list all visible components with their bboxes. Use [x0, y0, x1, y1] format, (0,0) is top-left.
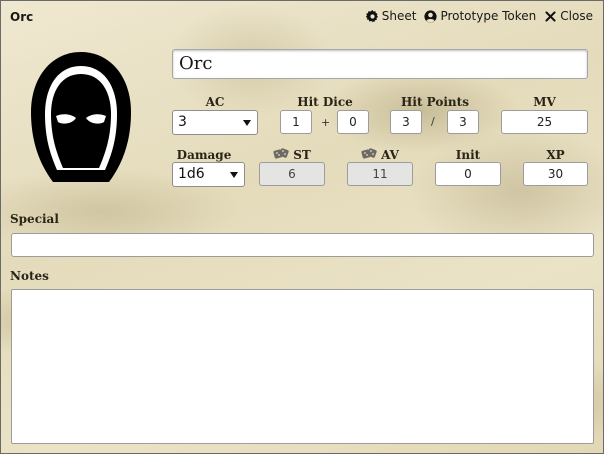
- window-header[interactable]: Orc Sheet Prototype Token Close: [1, 1, 603, 33]
- special-input[interactable]: [11, 233, 594, 257]
- header-actions: Sheet Prototype Token Close: [365, 9, 593, 23]
- hit-dice-count-input[interactable]: 1: [280, 110, 312, 134]
- mv-label: MV: [533, 95, 556, 109]
- actor-sheet-window: Orc Sheet Prototype Token Close Orc AC H…: [0, 0, 604, 454]
- init-input[interactable]: 0: [435, 162, 501, 186]
- dice-icon: [273, 148, 289, 159]
- prototype-token-button[interactable]: Prototype Token: [424, 9, 536, 23]
- damage-value: 1d6: [178, 166, 205, 182]
- close-icon: [545, 10, 556, 22]
- chevron-down-icon: [243, 120, 251, 126]
- sheet-label: Sheet: [381, 9, 417, 23]
- gear-icon: [365, 9, 378, 22]
- st-label[interactable]: ST: [259, 147, 325, 162]
- notes-label: Notes: [10, 269, 49, 283]
- hit-points-current-input[interactable]: 3: [390, 110, 422, 134]
- st-label-text: ST: [293, 148, 311, 162]
- close-button[interactable]: Close: [544, 9, 593, 23]
- chevron-down-icon: [230, 172, 238, 178]
- damage-label: Damage: [176, 148, 232, 162]
- dice-icon: [361, 148, 377, 159]
- av-label-text: AV: [381, 148, 399, 162]
- close-label: Close: [560, 9, 593, 23]
- notes-textarea[interactable]: [11, 289, 594, 444]
- hooded-figure-icon[interactable]: [23, 48, 139, 188]
- hit-points-label: Hit Points: [401, 95, 469, 109]
- actor-name-input[interactable]: Orc: [172, 49, 588, 79]
- hit-points-max-input[interactable]: 3: [447, 110, 479, 134]
- user-circle-icon: [424, 9, 438, 23]
- sheet-button[interactable]: Sheet: [365, 9, 417, 23]
- special-label: Special: [10, 212, 59, 226]
- xp-label: XP: [546, 148, 565, 162]
- hit-points-slash: /: [431, 115, 435, 128]
- init-label: Init: [455, 148, 481, 162]
- prototype-token-label: Prototype Token: [440, 9, 537, 23]
- mv-input[interactable]: 25: [501, 110, 588, 134]
- av-label[interactable]: AV: [347, 147, 413, 162]
- ac-label: AC: [205, 95, 225, 109]
- hit-dice-label: Hit Dice: [297, 95, 353, 109]
- hit-dice-bonus-input[interactable]: 0: [337, 110, 369, 134]
- av-value: 11: [347, 162, 413, 186]
- st-value: 6: [259, 162, 325, 186]
- xp-input[interactable]: 30: [523, 162, 588, 186]
- window-title: Orc: [10, 10, 34, 24]
- hit-dice-plus: +: [321, 116, 331, 129]
- ac-select[interactable]: 3: [172, 110, 258, 135]
- damage-select[interactable]: 1d6: [172, 162, 245, 187]
- ac-value: 3: [178, 114, 187, 130]
